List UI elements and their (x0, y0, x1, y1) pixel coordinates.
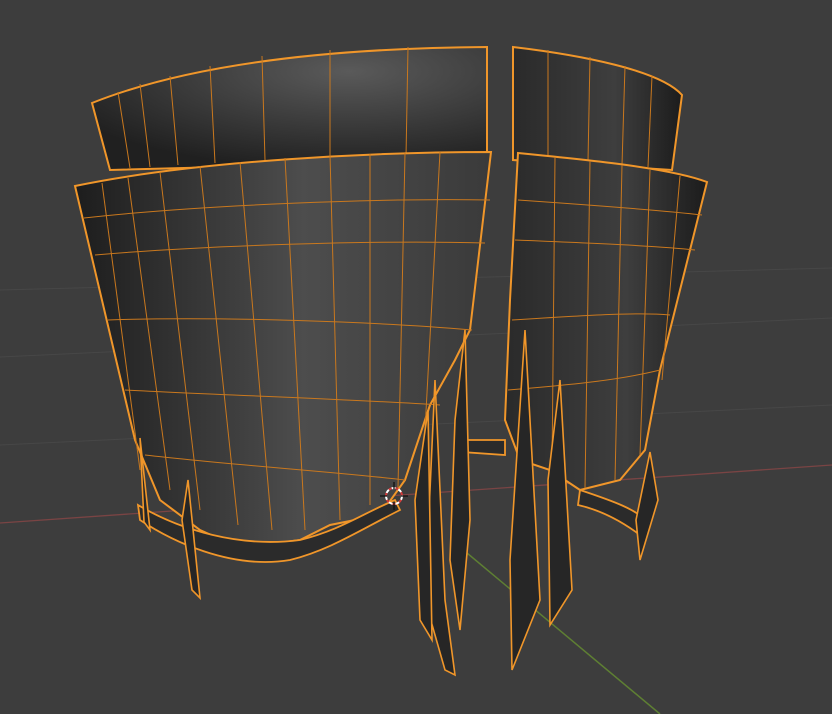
3d-viewport[interactable] (0, 0, 832, 714)
armor-back-left[interactable] (90, 45, 488, 172)
armor-back-right[interactable] (512, 45, 684, 172)
armor-front-right[interactable] (503, 151, 709, 492)
